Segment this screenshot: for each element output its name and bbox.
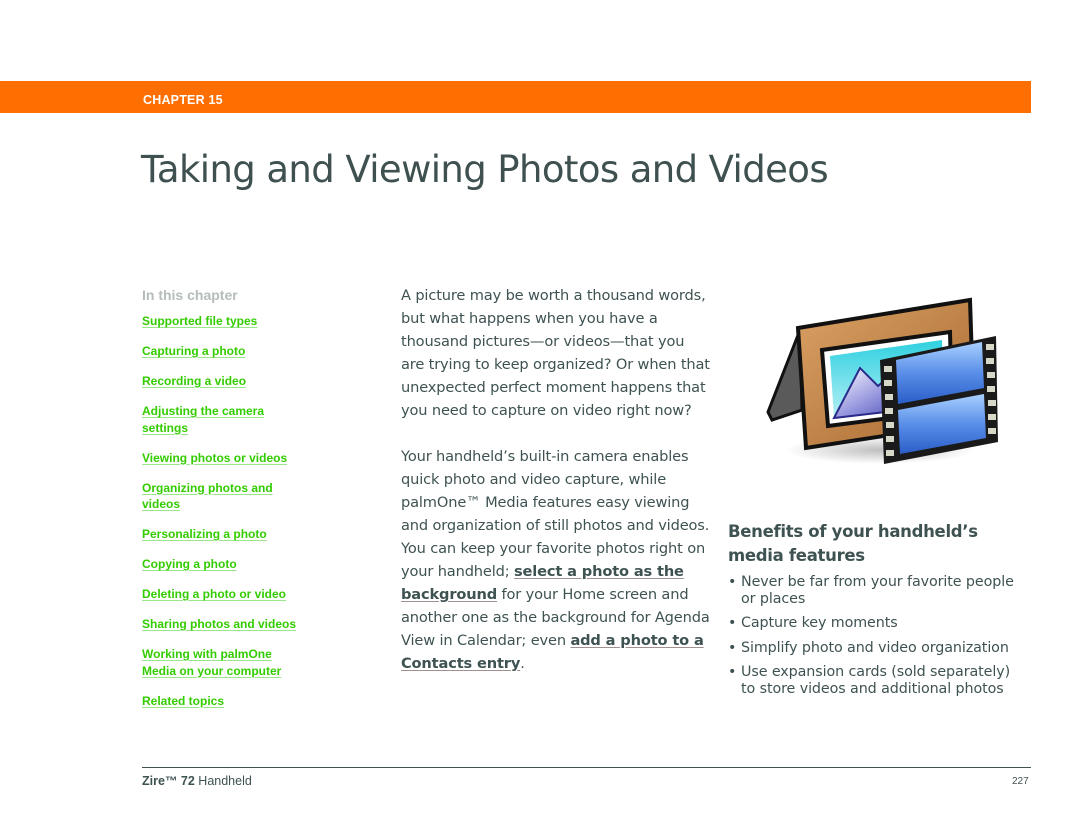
benefit-list: • Never be far from your favorite people …: [728, 574, 1018, 697]
toc-link-capturing-a-photo[interactable]: Capturing a photo: [142, 343, 342, 360]
intro-text: A picture may be worth a thousand words,…: [401, 284, 711, 675]
photo-frame-and-film-strip-icon: [760, 292, 1000, 472]
features-text-end: .: [520, 655, 525, 672]
features-text: Your handheld’s built-in camera enables …: [401, 448, 710, 580]
toc-list: Supported file types Capturing a photo R…: [142, 313, 342, 709]
benefit-text: Use expansion cards (sold separately) to…: [741, 664, 1011, 697]
frame-stand: [766, 329, 804, 422]
toc-link-related-topics[interactable]: Related topics: [142, 693, 342, 710]
page-title: Taking and Viewing Photos and Videos: [141, 148, 829, 191]
page-number: 227: [1012, 776, 1029, 787]
benefit-item: • Simplify photo and video organization: [728, 640, 1018, 657]
benefit-item: • Capture key moments: [728, 615, 1018, 632]
chapter-banner: CHAPTER 15: [0, 81, 1031, 113]
features-paragraph: Your handheld’s built-in camera enables …: [401, 445, 711, 675]
toc-heading: In this chapter: [142, 287, 238, 303]
chapter-contents: In this chapter Supported file types Cap…: [142, 287, 342, 723]
toc-link-personalizing-a-photo[interactable]: Personalizing a photo: [142, 526, 342, 543]
toc-link-working-with-palmone-media[interactable]: Working with palmOne Media on your compu…: [142, 646, 342, 679]
benefits-section: Benefits of your handheld’s media featur…: [728, 520, 1018, 705]
bullet-icon: •: [728, 574, 737, 590]
intro-paragraph: A picture may be worth a thousand words,…: [401, 287, 710, 419]
product-model: Zire™ 72: [142, 774, 195, 788]
media-illustration: [766, 297, 998, 464]
product-type: Handheld: [194, 774, 252, 788]
footer-product-name: Zire™ 72 Handheld: [142, 774, 252, 788]
toc-link-adjusting-camera-settings[interactable]: Adjusting the camera settings: [142, 403, 342, 436]
footer-divider: [142, 767, 1031, 768]
benefit-item: • Never be far from your favorite people …: [728, 574, 1018, 607]
chapter-label: CHAPTER 15: [143, 93, 223, 107]
benefit-text: Simplify photo and video organization: [741, 639, 1009, 656]
benefit-item: • Use expansion cards (sold separately) t…: [728, 664, 1018, 697]
toc-link-supported-file-types[interactable]: Supported file types: [142, 313, 342, 330]
bullet-icon: •: [728, 639, 737, 656]
toc-link-viewing-photos-or-videos[interactable]: Viewing photos or videos: [142, 450, 342, 467]
benefits-heading: Benefits of your handheld’s media featur…: [728, 522, 978, 565]
bullet-icon: •: [728, 615, 737, 631]
toc-link-recording-a-video[interactable]: Recording a video: [142, 373, 342, 390]
toc-link-deleting-a-photo-or-video[interactable]: Deleting a photo or video: [142, 586, 342, 603]
benefit-text: Capture key moments: [741, 615, 898, 631]
toc-link-organizing-photos-and-videos[interactable]: Organizing photos and videos: [142, 480, 342, 513]
toc-link-sharing-photos-and-videos[interactable]: Sharing photos and videos: [142, 616, 342, 633]
benefit-text: Never be far from your favorite people o…: [741, 574, 1014, 607]
bullet-icon: •: [728, 664, 737, 680]
toc-link-copying-a-photo[interactable]: Copying a photo: [142, 556, 342, 573]
